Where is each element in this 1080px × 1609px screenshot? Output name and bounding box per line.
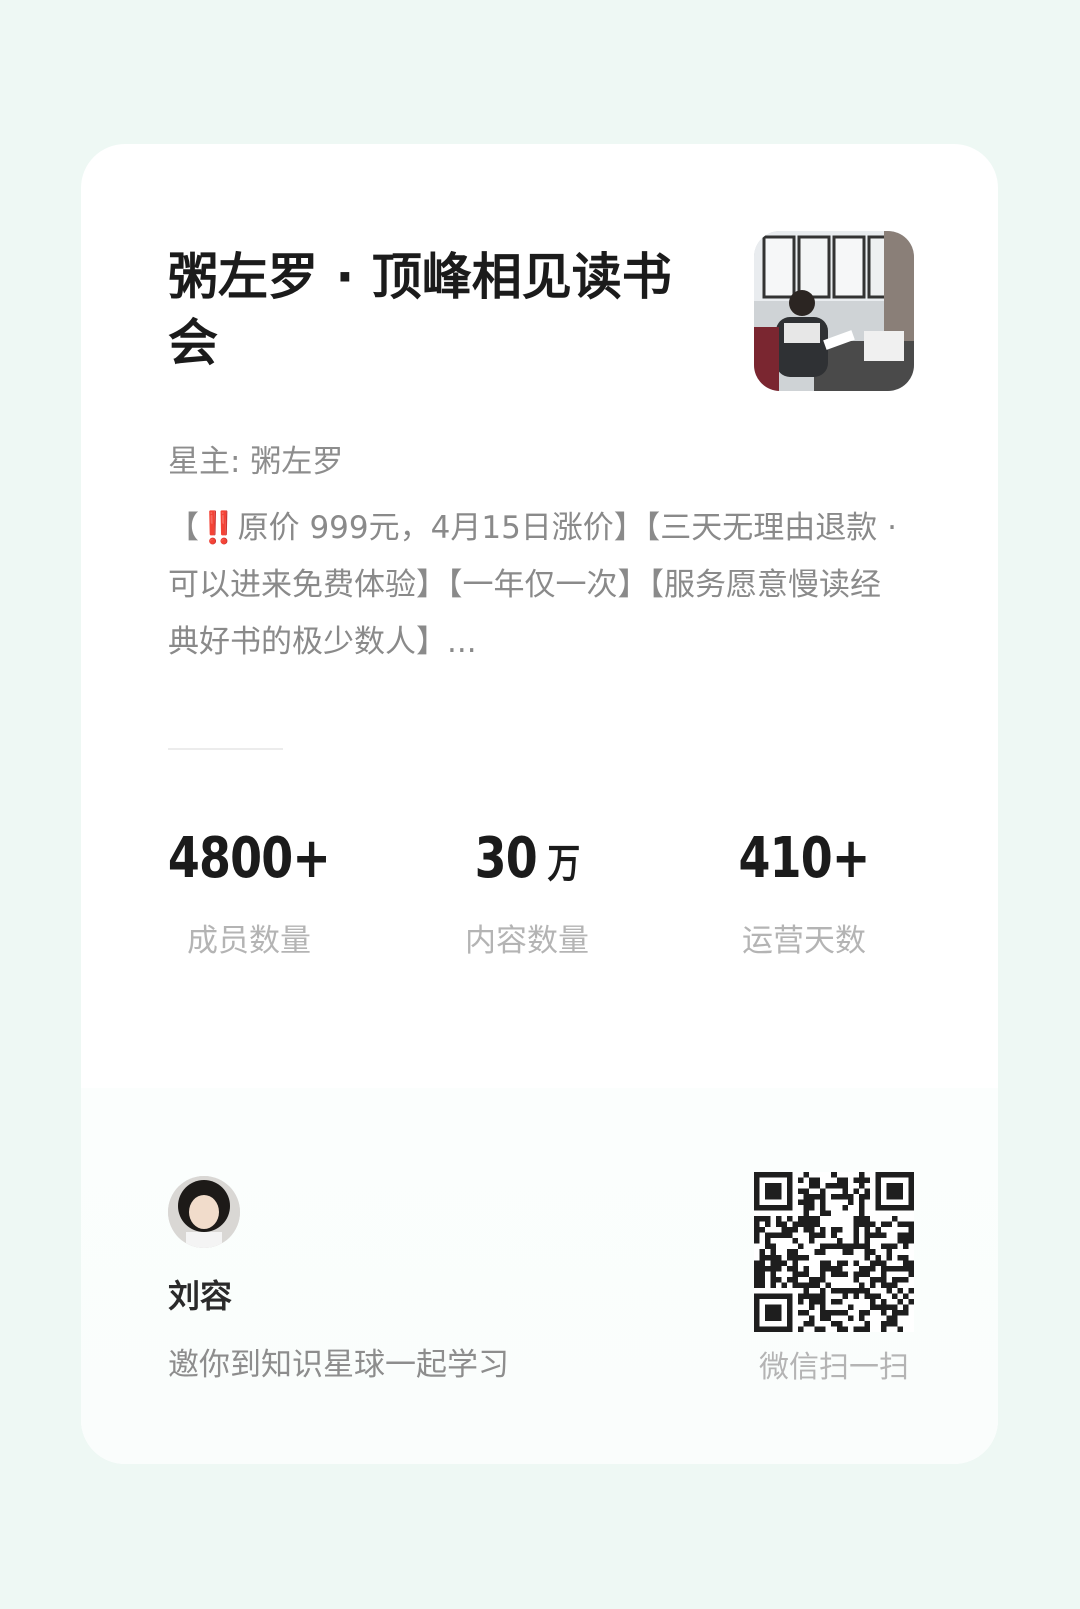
description-body: 原价 999元，4月15日涨价】【三天无理由退款 · 可以进来免费体验】【一年仅… — [168, 510, 898, 660]
qr-scan-label: 微信扫一扫 — [759, 1350, 909, 1385]
description-prefix: 【 — [168, 510, 199, 546]
inviter-avatar — [168, 1176, 240, 1248]
group-owner: 星主: 粥左罗 — [168, 444, 344, 480]
qr-code-icon[interactable] — [754, 1172, 914, 1332]
stat-days: 410+ 运营天数 — [679, 824, 929, 960]
stat-members: 4800+ 成员数量 — [124, 824, 374, 960]
inviter-name: 刘容 — [168, 1277, 233, 1315]
invitation-card: 粥左罗 · 顶峰相见读书会 星主: 粥左罗 【‼️原价 999元，4月15日涨价… — [81, 144, 998, 1464]
stat-label: 运营天数 — [742, 923, 866, 959]
stat-value: 30 万 — [474, 826, 581, 891]
stat-value: 4800+ — [167, 826, 331, 891]
group-title: 粥左罗 · 顶峰相见读书会 — [168, 248, 672, 372]
double-exclamation-icon: ‼️ — [199, 510, 238, 546]
stat-content: 30 万 内容数量 — [402, 824, 652, 960]
divider — [168, 748, 283, 750]
stat-label: 内容数量 — [465, 923, 589, 959]
group-cover-image — [754, 231, 914, 391]
stat-value: 410+ — [738, 826, 870, 891]
invite-message: 邀你到知识星球一起学习 — [168, 1347, 509, 1383]
group-description: 【‼️原价 999元，4月15日涨价】【三天无理由退款 · 可以进来免费体验】【… — [168, 500, 908, 671]
stat-label: 成员数量 — [187, 923, 311, 959]
